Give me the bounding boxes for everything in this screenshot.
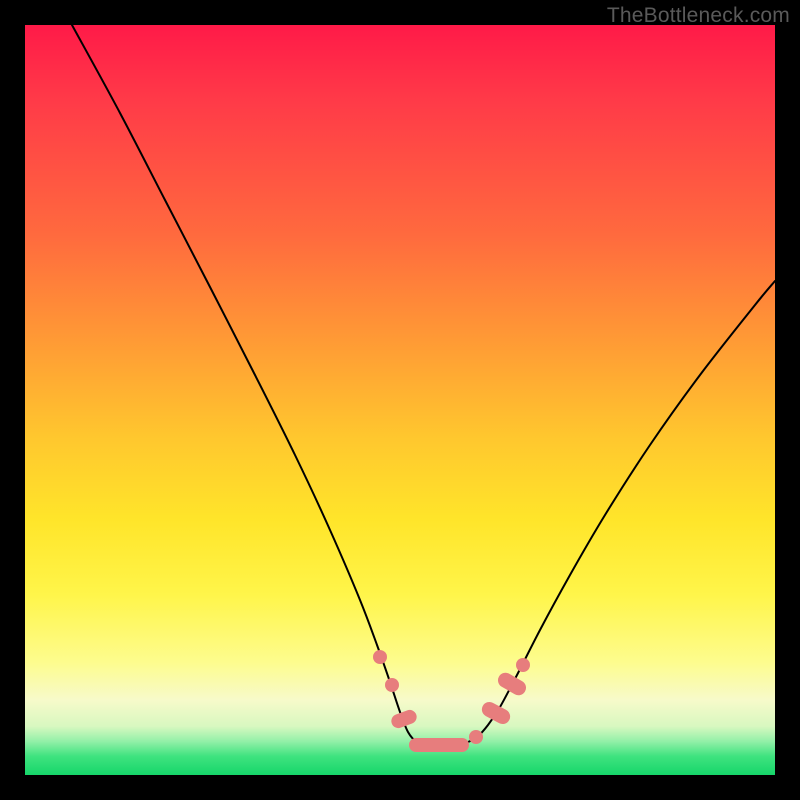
marker-dot bbox=[385, 678, 399, 692]
image-frame: TheBottleneck.com bbox=[0, 0, 800, 800]
watermark-text: TheBottleneck.com bbox=[607, 4, 790, 28]
plot-area bbox=[25, 25, 775, 775]
marker-pill bbox=[495, 670, 528, 698]
curve-markers bbox=[373, 650, 530, 752]
marker-pill bbox=[409, 738, 469, 752]
marker-dot bbox=[516, 658, 530, 672]
marker-dot bbox=[469, 730, 483, 744]
marker-dot bbox=[373, 650, 387, 664]
marker-pill bbox=[389, 708, 418, 730]
marker-pill bbox=[479, 699, 513, 726]
marker-layer bbox=[25, 25, 775, 775]
